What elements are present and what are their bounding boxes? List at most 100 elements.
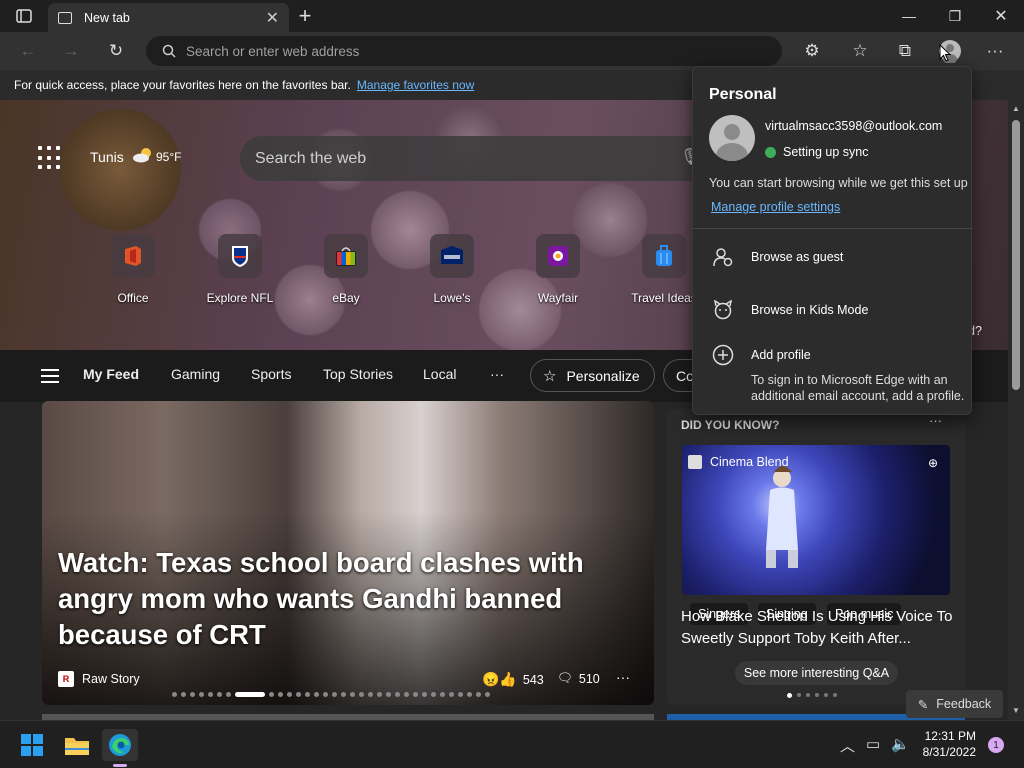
windows-logo-icon: [21, 734, 43, 756]
dyk-headline[interactable]: How Blake Shelton Is Using His Voice To …: [681, 606, 956, 650]
sync-status[interactable]: Setting up sync: [765, 145, 868, 159]
tab-local[interactable]: Local: [423, 366, 456, 382]
manage-profile-settings-link[interactable]: Manage profile settings: [711, 200, 840, 214]
notification-badge[interactable]: 1: [988, 737, 1004, 753]
comments[interactable]: 🗨 510: [557, 671, 600, 686]
did-you-know-card: DID YOU KNOW? ··· Cinema Blend ⊕ Singers…: [667, 409, 965, 705]
web-search-placeholder: Search the web: [255, 149, 367, 167]
menu-icon[interactable]: [41, 369, 59, 383]
kids-mode-icon: [711, 298, 735, 322]
concert-image[interactable]: Cinema Blend ⊕ Singers Singing Pop music: [682, 445, 950, 625]
temperature-unit: °F: [169, 150, 182, 164]
edge-icon: [109, 734, 131, 756]
collections-icon[interactable]: ⧉: [890, 36, 920, 66]
title-bar: New tab ✕ + — ❐ ✕: [0, 0, 1024, 32]
wayfair-icon: [536, 234, 580, 278]
reaction-emoji-icon: 😠👍: [482, 671, 517, 687]
tab-new-tab[interactable]: New tab ✕: [48, 3, 289, 32]
new-tab-button[interactable]: +: [290, 1, 320, 31]
tab-top-stories[interactable]: Top Stories: [323, 366, 393, 382]
card-more-icon[interactable]: ···: [929, 413, 942, 428]
ebay-icon: [324, 234, 368, 278]
lowes-icon: [430, 234, 474, 278]
reaction-count: 543: [522, 672, 544, 687]
tab-sports[interactable]: Sports: [251, 366, 291, 382]
address-bar[interactable]: Search or enter web address: [146, 36, 782, 66]
scroll-down-icon[interactable]: ▼: [1012, 706, 1020, 715]
weather-partly-sunny-icon: [133, 148, 151, 163]
add-profile-item[interactable]: Add profile: [751, 348, 811, 362]
carousel-dots[interactable]: [172, 692, 490, 697]
tab-my-feed[interactable]: My Feed: [83, 366, 139, 382]
tab-actions-icon[interactable]: [9, 1, 39, 31]
file-explorer-button[interactable]: [59, 729, 95, 761]
show-hidden-icons[interactable]: ︿: [840, 735, 855, 756]
edge-taskbar-button[interactable]: [102, 729, 138, 767]
reactions[interactable]: 😠👍 543: [482, 671, 544, 688]
cinema-blend-logo-icon: [688, 455, 702, 469]
feedback-button[interactable]: ✎ Feedback: [906, 690, 1003, 718]
network-icon[interactable]: ▭: [866, 735, 880, 753]
web-search-input[interactable]: Search the web 🎙: [240, 136, 710, 181]
feedback-label: Feedback: [936, 697, 992, 711]
taskbar: ︿ ▭ 🔈 12:31 PM 8/31/2022 1: [0, 720, 1024, 768]
story-more-icon[interactable]: ···: [616, 669, 630, 685]
quick-link-label: eBay: [332, 291, 360, 305]
quick-link-wayfair[interactable]: Wayfair: [518, 234, 598, 305]
add-profile-note: To sign in to Microsoft Edge with an add…: [751, 373, 965, 403]
dyk-source[interactable]: Cinema Blend: [688, 455, 789, 469]
profile-avatar: [709, 115, 755, 161]
nfl-icon: [218, 234, 262, 278]
scrollbar-thumb[interactable]: [1012, 120, 1020, 390]
travel-icon: [642, 234, 686, 278]
settings-more-icon[interactable]: ···: [980, 36, 1010, 66]
story-source[interactable]: R Raw Story: [58, 671, 140, 687]
top-story-card[interactable]: Watch: Texas school board clashes with a…: [42, 401, 654, 705]
comment-count: 510: [578, 671, 600, 686]
back-icon[interactable]: ←: [13, 36, 43, 66]
browse-as-guest-item[interactable]: Browse as guest: [751, 250, 843, 264]
profile-flyout: Personal virtualmsacc3598@outlook.com Se…: [692, 66, 973, 415]
sync-status-label: Setting up sync: [783, 145, 869, 159]
quick-link-nfl[interactable]: Explore NFL: [200, 234, 280, 305]
start-button[interactable]: [14, 729, 50, 761]
close-window-button[interactable]: ✕: [978, 0, 1024, 32]
scroll-up-icon[interactable]: ▲: [1012, 104, 1020, 113]
more-tabs-button[interactable]: ···: [490, 366, 504, 382]
weather-city[interactable]: Tunis: [90, 149, 124, 165]
globe-icon[interactable]: ⊕: [928, 456, 938, 470]
forward-icon[interactable]: →: [56, 36, 86, 66]
quick-link-office[interactable]: Office: [93, 234, 173, 305]
browse-in-kids-mode-item[interactable]: Browse in Kids Mode: [751, 303, 868, 317]
see-more-button[interactable]: See more interesting Q&A: [735, 661, 898, 685]
quick-link-label: Lowe's: [433, 291, 471, 305]
volume-icon[interactable]: 🔈: [891, 735, 910, 753]
office-icon: [111, 234, 155, 278]
personalize-button[interactable]: ☆ Personalize: [530, 359, 655, 392]
refresh-icon[interactable]: ↻: [101, 36, 131, 66]
weather-temperature[interactable]: 95°F: [156, 150, 182, 164]
tab-title: New tab: [84, 10, 130, 25]
clock[interactable]: 12:31 PM 8/31/2022: [918, 728, 976, 760]
setup-note: You can start browsing while we get this…: [709, 176, 968, 190]
story-headline[interactable]: Watch: Texas school board clashes with a…: [58, 545, 648, 653]
comment-icon: 🗨: [557, 671, 573, 685]
page-scrollbar[interactable]: ▲ ▼: [1008, 100, 1024, 720]
app-launcher-icon[interactable]: [38, 146, 64, 170]
card-carousel-dots[interactable]: [787, 693, 837, 698]
restore-button[interactable]: ❐: [932, 0, 978, 32]
manage-favorites-link[interactable]: Manage favorites now: [357, 78, 474, 92]
search-icon: [162, 44, 176, 58]
quick-link-label: Wayfair: [537, 291, 579, 305]
quick-link-ebay[interactable]: eBay: [306, 234, 386, 305]
extensions-icon[interactable]: ⚙: [797, 36, 827, 66]
profile-heading: Personal: [709, 86, 777, 103]
sync-ok-icon: [765, 146, 776, 158]
tab-gaming[interactable]: Gaming: [171, 366, 220, 382]
mouse-cursor-icon: [939, 44, 951, 62]
singer-figure: [766, 466, 798, 568]
quick-link-lowes[interactable]: Lowe's: [412, 234, 492, 305]
close-tab-icon[interactable]: ✕: [266, 8, 279, 28]
favorites-icon[interactable]: ☆: [845, 36, 875, 66]
minimize-button[interactable]: —: [886, 0, 932, 32]
